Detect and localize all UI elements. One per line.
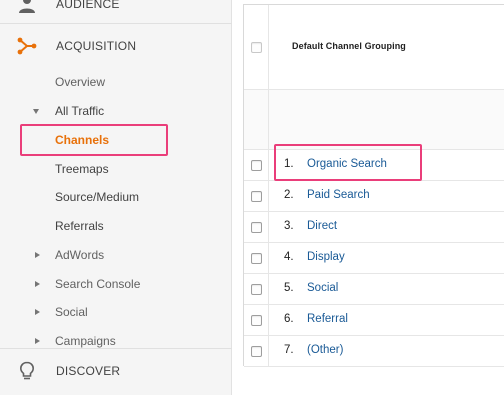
row-checkbox-cell (244, 274, 269, 304)
table-row: 7. (Other) (244, 336, 504, 367)
channel-link[interactable]: Direct (307, 220, 337, 232)
table-row: 6. Referral (244, 305, 504, 336)
sidebar-item-label: Source/Medium (55, 190, 140, 204)
sidebar-item-label: All Traffic (55, 104, 105, 118)
sidebar-item-referrals[interactable]: Referrals (0, 214, 232, 238)
row-checkbox[interactable] (250, 221, 262, 233)
sidebar-item-channels[interactable]: Channels (0, 128, 232, 152)
row-checkbox-cell (244, 212, 269, 242)
row-checkbox[interactable] (250, 345, 262, 357)
sidebar-item-social[interactable]: Social (0, 300, 232, 324)
row-checkbox-cell (244, 243, 269, 273)
row-checkbox-cell (244, 150, 269, 180)
row-checkbox[interactable] (250, 314, 262, 326)
sidebar-item-label: Campaigns (55, 334, 116, 348)
row-number: 5. (284, 282, 294, 294)
row-checkbox[interactable] (250, 159, 262, 171)
row-number: 7. (284, 344, 294, 356)
sidebar-item-all-traffic[interactable]: All Traffic (0, 99, 232, 123)
channel-link[interactable]: Organic Search (307, 158, 387, 170)
row-number: 4. (284, 251, 294, 263)
sidebar-item-adwords[interactable]: AdWords (0, 243, 232, 267)
channel-grouping-table: Default Channel Grouping 1. Organic Sear… (243, 4, 504, 367)
sidebar-item-label: Social (55, 305, 88, 319)
sidebar-section-label: ACQUISITION (56, 39, 137, 53)
channel-link[interactable]: Paid Search (307, 189, 370, 201)
row-number: 6. (284, 313, 294, 325)
channel-link[interactable]: Social (307, 282, 338, 294)
row-checkbox-cell (244, 305, 269, 335)
sidebar-item-label: Treemaps (55, 162, 109, 176)
select-all-cell (244, 5, 269, 89)
sidebar-section-acquisition[interactable]: ACQUISITION (0, 24, 232, 68)
table-row: 3. Direct (244, 212, 504, 243)
lightbulb-icon (16, 360, 38, 382)
row-checkbox[interactable] (250, 190, 262, 202)
caret-right-icon (35, 309, 40, 315)
column-header[interactable]: Default Channel Grouping (292, 41, 406, 51)
sidebar-item-label: Overview (55, 75, 106, 89)
sidebar-section-label: DISCOVER (56, 364, 121, 378)
table-header-row: Default Channel Grouping (244, 5, 504, 90)
person-icon (16, 0, 38, 15)
channel-link[interactable]: (Other) (307, 344, 343, 356)
select-all-checkbox[interactable] (250, 41, 262, 53)
row-number: 1. (284, 158, 294, 170)
table-row: 4. Display (244, 243, 504, 274)
sidebar-item-overview[interactable]: Overview (0, 70, 232, 94)
row-number: 3. (284, 220, 294, 232)
caret-right-icon (35, 281, 40, 287)
sidebar-item-label: AdWords (55, 248, 105, 262)
subheader-cell (244, 90, 269, 149)
caret-right-icon (35, 338, 40, 344)
row-number: 2. (284, 189, 294, 201)
sidebar-item-source-medium[interactable]: Source/Medium (0, 185, 232, 209)
row-checkbox[interactable] (250, 283, 262, 295)
caret-right-icon (35, 252, 40, 258)
table-row: 5. Social (244, 274, 504, 305)
channel-link[interactable]: Referral (307, 313, 348, 325)
sidebar-item-label: Referrals (55, 219, 104, 233)
sidebar-item-treemaps[interactable]: Treemaps (0, 157, 232, 181)
acquisition-icon (16, 35, 38, 57)
channel-link[interactable]: Display (307, 251, 345, 263)
sidebar-item-search-console[interactable]: Search Console (0, 272, 232, 296)
sidebar-section-discover[interactable]: DISCOVER (0, 349, 232, 393)
sidebar-nav: AUDIENCE ACQUISITION Overview All Traffi… (0, 0, 232, 395)
table-row: 1. Organic Search (244, 150, 504, 181)
caret-down-icon (33, 109, 39, 114)
sidebar-section-label: AUDIENCE (56, 0, 120, 11)
table-row: 2. Paid Search (244, 181, 504, 212)
row-checkbox-cell (244, 181, 269, 211)
sidebar-item-label: Search Console (55, 277, 141, 291)
row-checkbox[interactable] (250, 252, 262, 264)
sidebar-item-label: Channels (55, 133, 110, 147)
row-checkbox-cell (244, 336, 269, 366)
table-subheader-row (244, 90, 504, 150)
